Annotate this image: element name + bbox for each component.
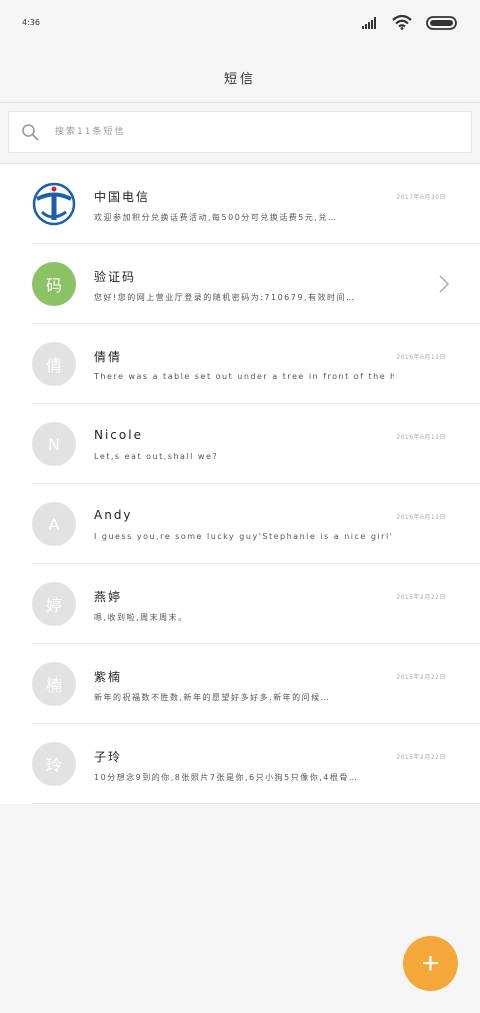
- china-telecom-logo-icon: [32, 182, 76, 226]
- contact-name: 燕婷: [94, 590, 123, 604]
- contact-name: 倩倩: [94, 350, 123, 364]
- message-time: 2016年6月11日: [396, 354, 446, 361]
- contact-name: Nicole: [94, 428, 143, 442]
- search-icon: [22, 124, 39, 141]
- contact-name: 验证码: [94, 270, 137, 284]
- avatar-letter: 楠: [45, 676, 62, 695]
- avatar-letter: A: [48, 514, 60, 534]
- avatar: 玲: [32, 742, 76, 786]
- avatar: 婷: [32, 582, 76, 626]
- new-message-button[interactable]: +: [403, 936, 458, 991]
- avatar-letter: N: [48, 434, 60, 454]
- avatar-letter: 倩: [45, 356, 62, 375]
- battery-icon: [426, 15, 457, 30]
- search-bar: [0, 102, 480, 161]
- message-preview: 欢迎参加积分兑换话费活动,每500分可兑换话费5元,兑…: [94, 213, 338, 222]
- chevron-right-icon[interactable]: [438, 274, 450, 294]
- avatar: N: [32, 422, 76, 466]
- status-bar: 4:36: [0, 0, 480, 50]
- conversation-item[interactable]: 楠 紫楠 新年的祝福数不胜数,新年的愿望好多好多,新年的问候… 2015年2月2…: [0, 644, 480, 724]
- message-preview: Let,s eat out,shall we?: [94, 452, 219, 461]
- message-preview: There was a table set out under a tree i…: [94, 372, 394, 381]
- avatar-letter: 玲: [45, 756, 62, 775]
- conversation-item[interactable]: 中国电信 欢迎参加积分兑换话费活动,每500分可兑换话费5元,兑… 2017年6…: [0, 164, 480, 244]
- divider: [32, 803, 480, 804]
- conversation-list: 中国电信 欢迎参加积分兑换话费活动,每500分可兑换话费5元,兑… 2017年6…: [0, 163, 480, 804]
- contact-name: 子玲: [94, 750, 123, 764]
- avatar: 倩: [32, 342, 76, 386]
- message-time: 2016年6月11日: [396, 514, 446, 521]
- search-input[interactable]: [53, 126, 437, 138]
- conversation-item[interactable]: 婷 燕婷 嗯,收到啦,周末周末。 2015年2月22日: [0, 564, 480, 644]
- avatar-letter: 码: [45, 276, 62, 295]
- message-preview: I guess you,re some lucky guy'Stephanie …: [94, 532, 394, 541]
- avatar: 楠: [32, 662, 76, 706]
- contact-name: Andy: [94, 508, 133, 522]
- message-preview: 新年的祝福数不胜数,新年的愿望好多好多,新年的问候…: [94, 693, 331, 702]
- conversation-item[interactable]: 码 验证码 您好!您的网上营业厅登录的随机密码为:710679,有效时间…: [0, 244, 480, 324]
- message-preview: 嗯,收到啦,周末周末。: [94, 613, 188, 622]
- avatar: [32, 182, 76, 226]
- header: 短信: [0, 50, 480, 102]
- signal-icon: [362, 16, 376, 29]
- page-title: 短信: [223, 72, 256, 87]
- message-time: 2015年2月22日: [396, 594, 446, 601]
- message-preview: 10分想念9到的你,8张照片7张是你,6只小狗5只像你,4根骨…: [94, 773, 359, 782]
- message-time: 2017年6月30日: [396, 194, 446, 201]
- conversation-item[interactable]: A Andy I guess you,re some lucky guy'Ste…: [0, 484, 480, 564]
- avatar: A: [32, 502, 76, 546]
- search-box[interactable]: [8, 111, 472, 153]
- conversation-item[interactable]: 倩 倩倩 There was a table set out under a t…: [0, 324, 480, 404]
- conversation-item[interactable]: 玲 子玲 10分想念9到的你,8张照片7张是你,6只小狗5只像你,4根骨… 20…: [0, 724, 480, 804]
- wifi-icon: [392, 15, 412, 30]
- avatar-letter: 婷: [45, 596, 62, 615]
- avatar: 码: [32, 262, 76, 306]
- message-preview: 您好!您的网上营业厅登录的随机密码为:710679,有效时间…: [94, 293, 356, 302]
- contact-name: 紫楠: [94, 670, 123, 684]
- status-icons: [362, 15, 458, 30]
- message-time: 2016年6月11日: [396, 434, 446, 441]
- message-time: 2015年2月22日: [396, 674, 446, 681]
- status-time: 4:36: [22, 18, 40, 27]
- plus-icon: +: [421, 946, 440, 980]
- message-time: 2015年2月22日: [396, 754, 446, 761]
- conversation-item[interactable]: N Nicole Let,s eat out,shall we? 2016年6月…: [0, 404, 480, 484]
- contact-name: 中国电信: [94, 190, 151, 204]
